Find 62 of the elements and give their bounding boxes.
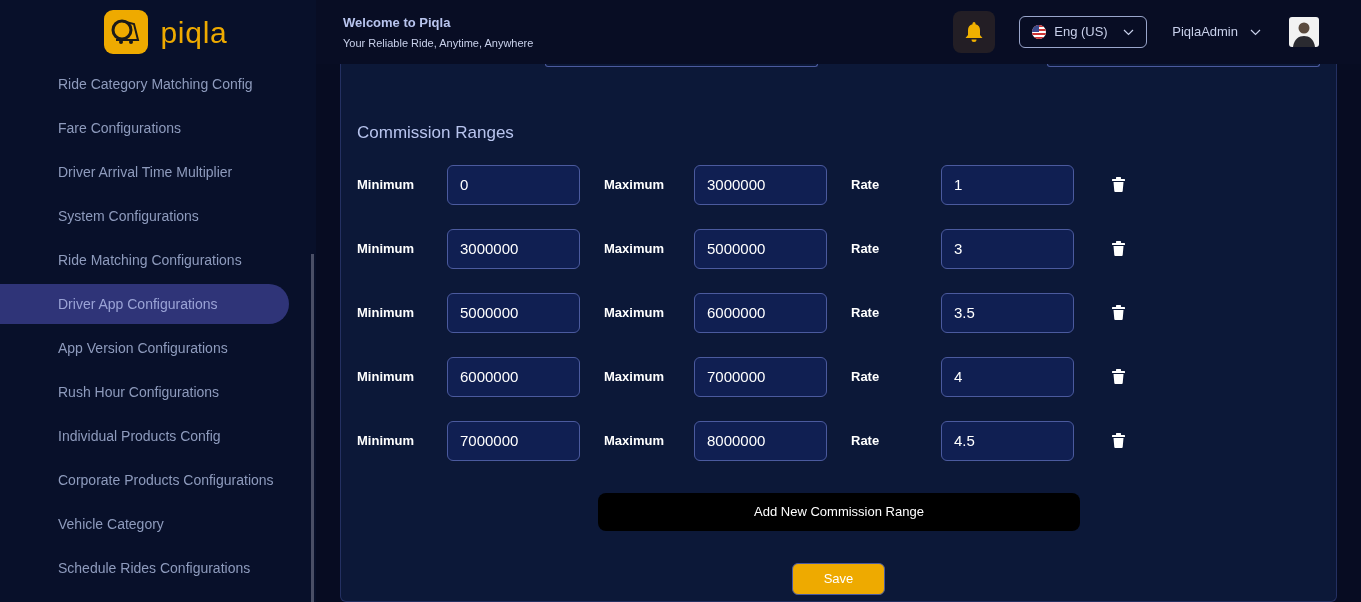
minimum-label: Minimum	[357, 431, 416, 450]
flag-icon	[1032, 25, 1047, 39]
input-field[interactable]: 7000000	[694, 356, 827, 397]
minimum-label: Minimum	[357, 175, 416, 194]
maximum-label: Maximum	[604, 367, 665, 386]
input-field[interactable]: 3.5	[941, 292, 1074, 333]
input-field[interactable]: 1	[941, 164, 1074, 205]
minimum-label: Minimum	[357, 367, 416, 386]
sidebar-item[interactable]: Corporate Products Configurations	[0, 460, 289, 500]
input-field[interactable]: 4.5	[941, 420, 1074, 461]
input-field[interactable]: 5000000	[694, 228, 827, 269]
rate-label: Rate	[851, 175, 881, 194]
avatar[interactable]	[1289, 17, 1319, 47]
scrollbar[interactable]	[311, 254, 314, 602]
input-field[interactable]: 3	[941, 228, 1074, 269]
maximum-label: Maximum	[604, 303, 665, 322]
input-field[interactable]: 6000000	[447, 356, 580, 397]
input-field[interactable]: 5000000	[447, 292, 580, 333]
minimum-label: Minimum	[357, 239, 416, 258]
trash-icon[interactable]	[1112, 369, 1125, 384]
add-range-button[interactable]: Add New Commission Range	[598, 492, 1080, 531]
sidebar-item[interactable]: Individual Products Config	[0, 416, 289, 456]
sidebar-item[interactable]: Rush Hour Configurations	[0, 372, 289, 412]
trash-icon[interactable]	[1112, 241, 1125, 256]
sidebar-item[interactable]: Fare Configurations	[0, 108, 289, 148]
input-field[interactable]: 3000000	[447, 228, 580, 269]
sidebar-item[interactable]: Driver App Configurations	[0, 284, 289, 324]
maximum-label: Maximum	[604, 431, 665, 450]
chevron-down-icon	[1123, 28, 1135, 36]
input-field[interactable]: 4	[941, 356, 1074, 397]
minimum-label: Minimum	[357, 303, 416, 322]
sidebar-item[interactable]: Ride Matching Configurations	[0, 240, 289, 280]
section-title: Commission Ranges	[357, 122, 515, 144]
input-field[interactable]: 7000000	[447, 420, 580, 461]
user-menu[interactable]: PiqlaAdmin	[1172, 22, 1261, 42]
sidebar-item[interactable]: Ride Category Matching Config	[0, 64, 289, 104]
input-field[interactable]: 3000000	[694, 164, 827, 205]
sidebar-item[interactable]: Schedule Rides Configurations	[0, 548, 289, 588]
rate-label: Rate	[851, 303, 881, 322]
rate-label: Rate	[851, 239, 881, 258]
brand-name: piqla	[160, 14, 228, 51]
trash-icon[interactable]	[1112, 177, 1125, 192]
sidebar-item[interactable]: Vehicle Category	[0, 504, 289, 544]
sidebar-item[interactable]: Driver Arrival Time Multiplier	[0, 152, 289, 192]
trash-icon[interactable]	[1112, 305, 1125, 320]
rate-label: Rate	[851, 431, 881, 450]
chevron-down-icon	[1250, 28, 1261, 36]
sidebar-item[interactable]: System Configurations	[0, 196, 289, 236]
trash-icon[interactable]	[1112, 433, 1125, 448]
language-select[interactable]: Eng (US)	[1019, 16, 1148, 48]
maximum-label: Maximum	[604, 175, 665, 194]
input-field[interactable]: 6000000	[694, 292, 827, 333]
header-subtitle: Your Reliable Ride, Anytime, Anywhere	[343, 36, 535, 51]
bell-icon	[964, 21, 985, 43]
input-field[interactable]: 0	[447, 164, 580, 205]
maximum-label: Maximum	[604, 239, 665, 258]
notification-button[interactable]	[953, 11, 996, 53]
header-title: Welcome to Piqla	[343, 13, 452, 32]
rate-label: Rate	[851, 367, 881, 386]
input-field[interactable]: 8000000	[694, 420, 827, 461]
sidebar-item[interactable]: App Version Configurations	[0, 328, 289, 368]
logo-icon	[104, 10, 149, 54]
